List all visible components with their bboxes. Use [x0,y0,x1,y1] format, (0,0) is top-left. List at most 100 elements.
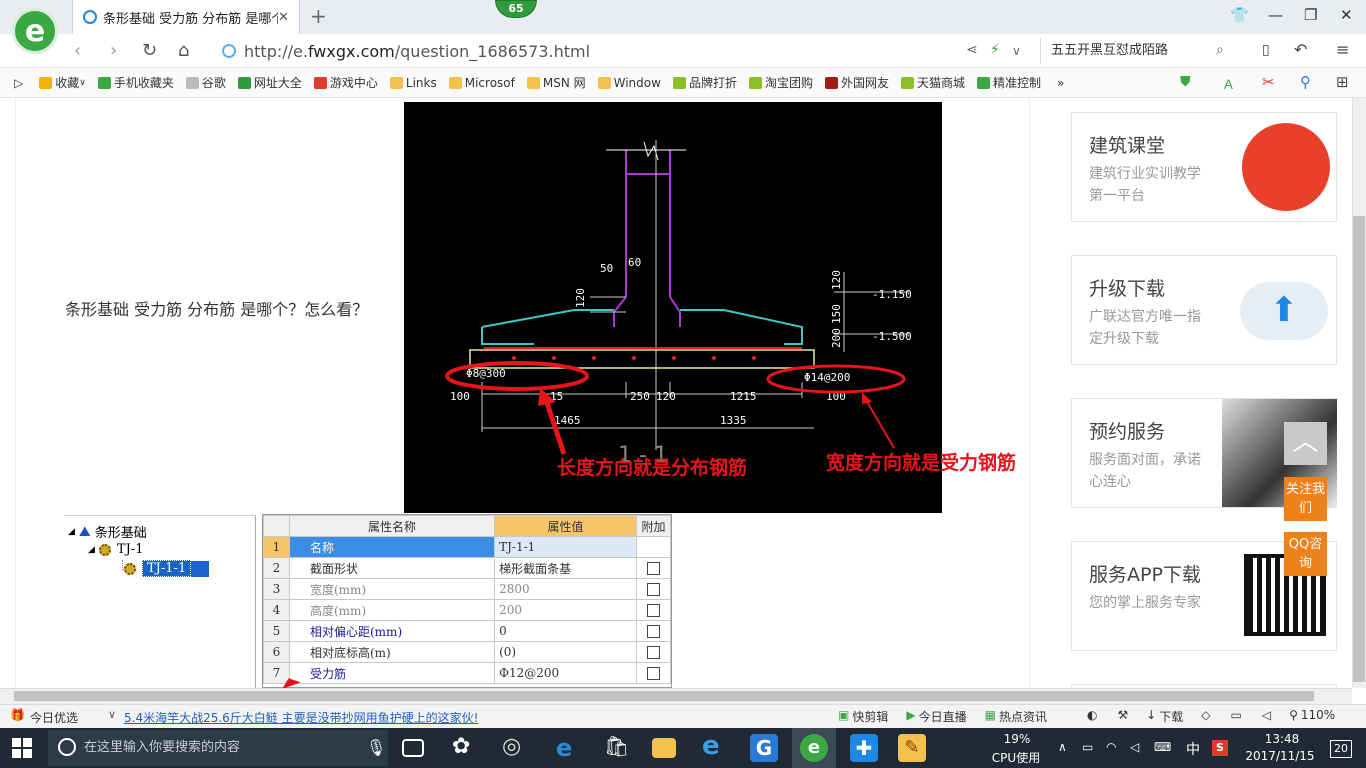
home-icon[interactable]: ⌂ [178,40,189,61]
table-row[interactable]: 6 相对底标高(m) (0) [263,641,671,663]
notification-center-icon[interactable]: 20 [1330,740,1352,758]
news-ticker-link[interactable]: 5.4米海竿大战25.6斤大白鲢 主要是没带抄网用鱼护硬上的这家伙! [124,709,478,726]
ie-icon[interactable]: e [702,731,730,761]
extra-checkbox[interactable] [647,562,660,575]
speed-dial-icon[interactable]: ◐ [1087,708,1097,725]
address-bar[interactable]: http://e. fwxgx.com/question_1686573.html [222,38,1032,64]
bookmark-item[interactable]: Window [597,74,661,91]
qq-consult-button[interactable]: QQ咨询 [1284,532,1327,576]
browser-logo-icon[interactable]: e [12,8,58,54]
sogou-ime-icon[interactable]: S [1212,740,1228,756]
clock-time[interactable]: 13:48 [1252,732,1312,746]
sidebar-toggle-icon[interactable]: ▷ [14,76,23,90]
wifi-icon[interactable]: ◠ [1106,740,1116,754]
bookmark-item[interactable]: 网址大全 [237,74,302,91]
table-row[interactable]: 4 高度(mm) 200 [263,599,671,621]
follow-us-button[interactable]: 关注我们 [1284,477,1327,521]
expand-news-icon[interactable]: ∨ [108,708,116,721]
table-row[interactable]: 3 宽度(mm) 2800 [263,578,671,600]
bookmark-item[interactable]: 谷歌 [185,74,226,91]
bookmark-item[interactable]: 天猫商城 [901,74,965,91]
bookmark-item[interactable]: 精准控制 [977,74,1041,91]
forward-icon[interactable]: › [110,40,117,61]
status-clip[interactable]: 快剪辑 [852,708,888,725]
prop-value-cell[interactable]: 2800 [494,578,637,600]
new-tab-button[interactable]: + [310,4,327,28]
plus-app-icon[interactable]: ✚ [850,734,878,762]
shield-icon[interactable]: ⛊ [1180,74,1191,90]
more-bookmarks-icon[interactable]: » [1057,76,1064,90]
file-explorer-icon[interactable] [652,738,676,758]
expand-icon[interactable]: ◢ [68,527,75,537]
undo-icon[interactable]: ↶ [1294,40,1307,59]
tray-up-icon[interactable]: ∧ [1058,740,1067,754]
swirl-app-icon[interactable]: ◎ [502,734,530,762]
bookmark-item[interactable]: 收藏 ∨ [39,74,86,91]
cortana-icon[interactable] [58,738,76,756]
apps-icon[interactable]: ⊞ [1336,73,1349,91]
scissors-icon[interactable]: ✂ [1262,73,1275,91]
zoom-icon[interactable]: ⚲ [1300,73,1311,91]
speed-icon[interactable]: ⚡ [990,42,1000,58]
prop-value-cell[interactable]: 梯形截面条基 [494,557,637,579]
today-pick-label[interactable]: 今日优选 [30,709,78,726]
volume-icon[interactable]: ◁ [1262,708,1271,725]
refresh-icon[interactable]: ↻ [142,40,157,61]
table-row[interactable]: 1 名称 TJ-1-1 [263,536,671,558]
prop-value-cell[interactable]: Φ12@200 [494,662,637,684]
extra-checkbox[interactable] [647,667,660,680]
pinwheel-app-icon[interactable]: ✿ [452,734,480,762]
back-to-top-button[interactable]: ︿ [1284,422,1327,465]
chevron-down-icon[interactable]: ∨ [1012,44,1021,58]
maximize-icon[interactable]: ❐ [1304,6,1317,24]
battery-icon[interactable]: ▭ [1082,740,1093,754]
browser-tab[interactable]: 条形基础 受力筋 分布筋 是哪个？怎 ✕ [72,0,300,34]
menu-icon[interactable]: ≡ [1336,40,1349,59]
extra-checkbox[interactable] [647,625,660,638]
tools-icon[interactable]: ⚒ [1117,708,1128,725]
status-hot[interactable]: 热点资讯 [999,708,1047,725]
store-icon[interactable]: 🛍 [604,734,632,762]
glodon-app-icon[interactable]: G [750,734,778,762]
tab-close-icon[interactable]: ✕ [278,10,289,25]
extra-checkbox[interactable] [647,646,660,659]
window-close-icon[interactable]: ✕ [1340,6,1353,24]
prop-value-cell[interactable]: 0 [494,620,637,642]
eraser-icon[interactable]: ◇ [1201,708,1210,725]
status-download[interactable]: 下载 [1159,708,1183,725]
tree-leaf-label-selected[interactable]: TJ-1-1 [142,560,192,577]
bookmark-item[interactable]: 游戏中心 [313,74,378,91]
extra-checkbox[interactable] [647,604,660,617]
speaker-icon[interactable]: ◁ [1130,740,1139,754]
edge-browser-icon[interactable]: e [556,734,584,762]
chevron-down-icon[interactable]: ∨ [79,78,86,88]
status-live[interactable]: 今日直播 [919,708,967,725]
table-row[interactable]: 5 相对偏心距(mm) 0 [263,620,671,642]
bookmark-item[interactable]: MSN 网 [526,74,586,91]
task-view-icon[interactable] [402,739,424,757]
notes-app-icon[interactable]: ✎ [898,734,926,762]
tree-node-root[interactable]: ◢ ⛰ 条形基础 [68,522,147,542]
bookmark-item[interactable]: 手机收藏夹 [97,74,174,91]
table-row[interactable]: 7 受力筋 Φ12@200 [263,662,671,684]
bookmark-item[interactable]: 品牌打折 [672,74,737,91]
table-row[interactable]: 2 截面形状 梯形截面条基 [263,557,671,579]
tree-node-child[interactable]: ◢ TJ-1 [88,542,143,557]
clock-date[interactable]: 2017/11/15 [1240,749,1320,763]
bookmark-item[interactable]: Links [389,74,437,91]
extra-checkbox[interactable] [647,583,660,596]
skin-icon[interactable]: 👕 [1230,6,1249,24]
tree-node-leaf[interactable]: TJ-1-1 [124,560,210,577]
status-zoom[interactable]: 110% [1301,708,1335,725]
share-icon[interactable]: ⋖ [966,42,978,58]
horizontal-scroll-thumb[interactable] [14,691,1314,701]
translate-icon[interactable]: Ａ [1222,74,1235,93]
bookmark-item[interactable]: Microsof [448,74,515,91]
prop-value-cell[interactable]: (0) [494,641,637,663]
2345-browser-icon[interactable]: e [800,734,828,762]
windows-start-icon[interactable] [12,738,32,758]
prop-value-cell[interactable]: TJ-1-1 [494,536,637,558]
back-icon[interactable]: ‹ [74,40,81,61]
prop-value-cell[interactable]: 200 [494,599,637,621]
bookmark-item[interactable]: 外国网友 [824,74,889,91]
